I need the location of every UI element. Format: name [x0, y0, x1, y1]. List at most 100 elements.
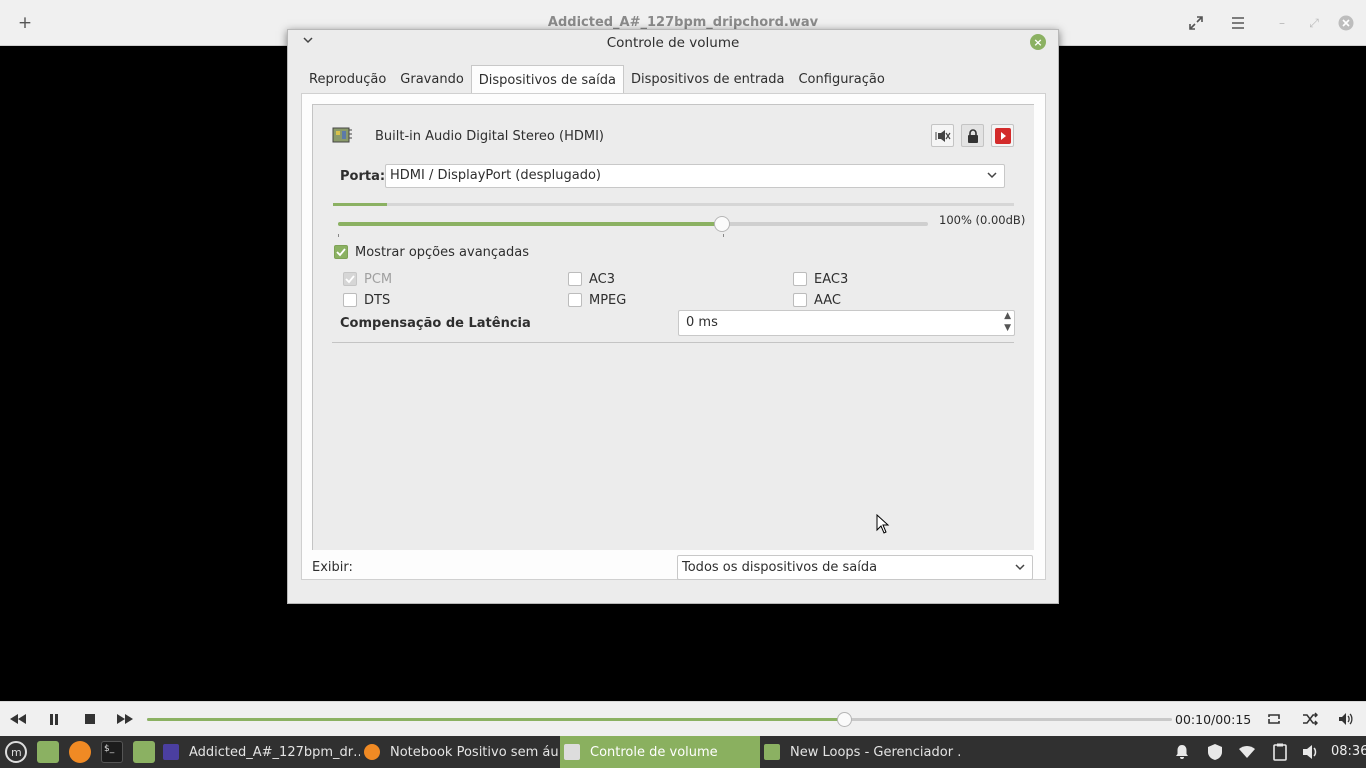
- mint-logo-icon: m: [11, 746, 22, 759]
- spin-down-icon[interactable]: ▼: [1004, 323, 1011, 333]
- tab-output-devices[interactable]: Dispositivos de saída: [470, 65, 624, 94]
- close-button[interactable]: [1334, 11, 1358, 35]
- terminal-launcher[interactable]: $_: [101, 741, 123, 763]
- pause-icon: [50, 713, 58, 725]
- player-controls: 00:10/00:15: [0, 701, 1366, 736]
- tab-recording[interactable]: Gravando: [393, 65, 471, 93]
- seek-handle[interactable]: [837, 712, 852, 727]
- repeat-button[interactable]: [1263, 709, 1285, 729]
- tab-configuration-label: Configuração: [798, 71, 885, 87]
- latency-spinbox[interactable]: 0 ms ▲ ▼: [678, 310, 1015, 336]
- task-player[interactable]: Addicted_A#_127bpm_dr…: [159, 736, 360, 768]
- slider-tick-min: [338, 234, 339, 237]
- hamburger-icon: [1232, 17, 1244, 29]
- volume-button[interactable]: [1335, 709, 1357, 729]
- format-eac3-label: EAC3: [814, 272, 849, 287]
- task-player-label: Addicted_A#_127bpm_dr…: [189, 744, 360, 760]
- latency-value: 0 ms: [686, 315, 718, 330]
- slider-tick-norm: [723, 234, 724, 237]
- time-display: 00:10/00:15: [1175, 712, 1252, 727]
- seek-bar[interactable]: [147, 712, 1172, 727]
- seek-progress: [147, 718, 844, 721]
- files-launcher[interactable]: [133, 741, 155, 763]
- dialog-titlebar[interactable]: Controle de volume ×: [288, 30, 1058, 56]
- volume-slider[interactable]: [338, 216, 928, 232]
- port-value: HDMI / DisplayPort (desplugado): [390, 168, 601, 183]
- notifications-icon[interactable]: [1171, 742, 1193, 762]
- show-filter-select[interactable]: Todos os dispositivos de saída: [677, 555, 1033, 580]
- tab-playback[interactable]: Reprodução: [302, 65, 393, 93]
- mute-toggle[interactable]: [931, 124, 954, 147]
- format-eac3-checkbox[interactable]: [793, 272, 807, 286]
- player-app-icon: [163, 744, 179, 760]
- task-browser-label: Notebook Positivo sem áu…: [390, 744, 560, 760]
- format-aac-label: AAC: [814, 293, 841, 308]
- folder-app-icon: [764, 744, 780, 760]
- shield-icon[interactable]: [1204, 742, 1226, 762]
- format-ac3-checkbox[interactable]: [568, 272, 582, 286]
- show-filter-value: Todos os dispositivos de saída: [682, 560, 878, 575]
- task-file-manager-label: New Loops - Gerenciador …: [790, 744, 960, 760]
- tab-recording-label: Gravando: [400, 71, 464, 87]
- format-pcm-checkbox[interactable]: [343, 272, 357, 286]
- maximize-button[interactable]: ⤢: [1302, 11, 1326, 35]
- task-file-manager[interactable]: New Loops - Gerenciador …: [760, 736, 960, 768]
- clock: 08:36: [1331, 744, 1366, 759]
- repeat-icon: [1268, 714, 1280, 724]
- mouse-pointer-icon: [876, 514, 890, 534]
- clipboard-icon[interactable]: [1269, 742, 1291, 762]
- menu-launcher[interactable]: m: [5, 741, 27, 763]
- device-list[interactable]: Built-in Audio Digital Stereo (HDMI) Por…: [312, 104, 1034, 550]
- mute-speaker-icon: [935, 129, 950, 142]
- format-dts-checkbox[interactable]: [343, 293, 357, 307]
- player-title: Addicted_A#_127bpm_dripchord.wav: [547, 15, 819, 30]
- peak-meter: [333, 203, 1014, 206]
- shuffle-icon: [1303, 712, 1318, 726]
- forward-icon: [117, 714, 133, 724]
- dialog-close-button[interactable]: ×: [1030, 34, 1046, 50]
- advanced-options-label: Mostrar opções avançadas: [355, 245, 530, 260]
- minimize-button[interactable]: –: [1270, 11, 1294, 35]
- fullscreen-button[interactable]: [1184, 11, 1208, 35]
- tab-configuration[interactable]: Configuração: [791, 65, 891, 93]
- default-device-icon: [994, 127, 1011, 144]
- set-default-button[interactable]: [991, 124, 1014, 147]
- wifi-icon[interactable]: [1236, 742, 1258, 762]
- volume-app-icon: [564, 744, 580, 760]
- task-volume-control[interactable]: Controle de volume: [560, 736, 760, 768]
- lock-icon: [967, 128, 978, 143]
- format-pcm-label: PCM: [364, 272, 393, 287]
- check-icon: [345, 275, 355, 284]
- port-select[interactable]: HDMI / DisplayPort (desplugado): [385, 164, 1005, 188]
- device-name: Built-in Audio Digital Stereo (HDMI): [375, 129, 604, 144]
- lock-channels-toggle[interactable]: [961, 124, 984, 147]
- output-devices-panel: Built-in Audio Digital Stereo (HDMI) Por…: [301, 93, 1046, 580]
- firefox-launcher[interactable]: [69, 741, 91, 763]
- sound-icon[interactable]: [1300, 742, 1322, 762]
- menu-button[interactable]: [1226, 11, 1250, 35]
- format-mpeg-checkbox[interactable]: [568, 293, 582, 307]
- chevron-down-icon: [986, 167, 998, 187]
- firefox-app-icon: [364, 744, 380, 760]
- tab-input-devices[interactable]: Dispositivos de entrada: [624, 65, 792, 93]
- pause-button[interactable]: [43, 709, 65, 729]
- tab-playback-label: Reprodução: [309, 71, 387, 87]
- show-desktop-launcher[interactable]: [37, 741, 59, 763]
- format-aac-checkbox[interactable]: [793, 293, 807, 307]
- stop-button[interactable]: [79, 709, 101, 729]
- volume-readout: 100% (0.00dB): [939, 213, 1026, 227]
- chevron-down-icon: [1014, 559, 1026, 579]
- shuffle-button[interactable]: [1299, 709, 1321, 729]
- format-mpeg-label: MPEG: [589, 293, 627, 308]
- close-icon: ×: [1033, 35, 1043, 49]
- rewind-button[interactable]: [7, 709, 29, 729]
- spin-up-icon[interactable]: ▲: [1004, 311, 1011, 321]
- tab-input-devices-label: Dispositivos de entrada: [630, 71, 785, 87]
- tab-bar: Reprodução Gravando Dispositivos de saíd…: [302, 65, 892, 94]
- speaker-icon: [1339, 713, 1353, 725]
- peak-meter-fill: [333, 203, 388, 206]
- task-browser[interactable]: Notebook Positivo sem áu…: [360, 736, 560, 768]
- volume-slider-handle[interactable]: [713, 216, 730, 232]
- forward-button[interactable]: [114, 709, 136, 729]
- advanced-options-checkbox[interactable]: [334, 245, 348, 259]
